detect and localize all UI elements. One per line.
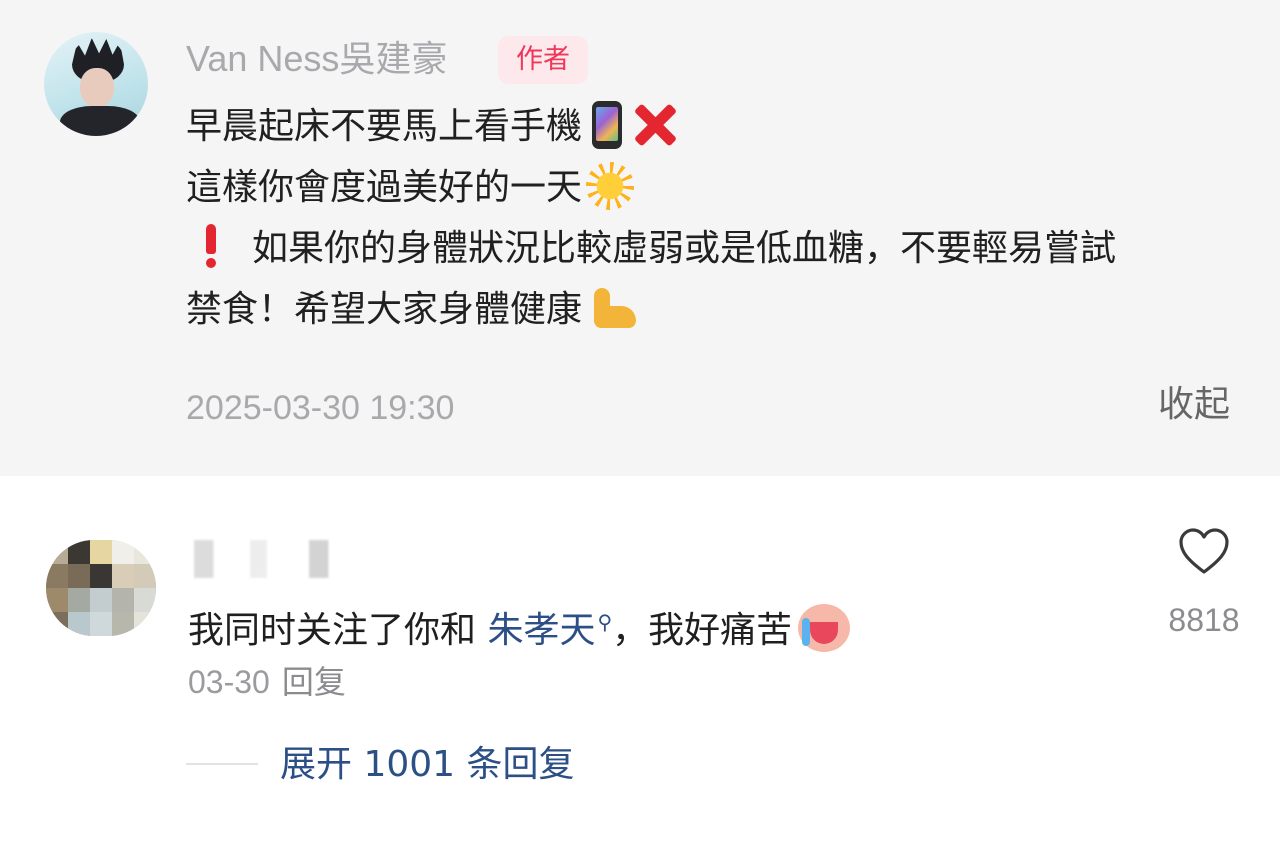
mention-link[interactable]: 朱孝天 <box>487 610 595 651</box>
cross-mark-icon <box>630 100 680 150</box>
expand-replies-link[interactable]: 展开 1001 条回复 <box>280 740 575 790</box>
author-line-2: 這樣你會度過美好的一天 <box>186 157 1246 218</box>
author-line-4-text: 禁食！希望大家身體健康 <box>186 289 583 330</box>
author-line-2-text: 這樣你會度過美好的一天 <box>186 167 583 208</box>
pixelated-avatar-image <box>46 540 156 636</box>
magnifier-icon[interactable]: ⚲ <box>597 610 612 634</box>
mobile-phone-icon <box>592 101 623 149</box>
reply-comment-meta: 03-30 回复 <box>188 660 346 704</box>
author-line-1: 早晨起床不要馬上看手機 <box>186 96 1246 157</box>
like-count: 8818 <box>1168 602 1240 638</box>
expand-divider <box>186 763 258 765</box>
author-timestamp: 2025-03-30 19:30 <box>186 389 455 427</box>
flexed-biceps-icon <box>588 284 638 332</box>
author-username[interactable]: Van Ness吳建豪 <box>186 36 447 82</box>
commenter-avatar[interactable] <box>46 540 156 636</box>
exclamation-icon <box>200 224 222 268</box>
reply-comment-text: 我同时关注了你和 朱孝天 ⚲，我好痛苦 <box>188 592 851 652</box>
author-comment-text: 早晨起床不要馬上看手機 這樣你會度過美好的一天 如果你的身體狀況比較虛弱或是低血… <box>186 96 1246 340</box>
author-line-4: 禁食！希望大家身體健康 <box>186 279 1246 340</box>
collapse-button[interactable]: 收起 <box>1158 380 1230 430</box>
author-badge: 作者 <box>498 36 588 84</box>
author-line-3: 如果你的身體狀況比較虛弱或是低血糖，不要輕易嘗試 <box>186 218 1246 279</box>
reply-date: 03-30 <box>188 664 270 700</box>
heart-icon[interactable] <box>1178 528 1230 576</box>
sun-icon <box>586 162 635 210</box>
author-avatar[interactable] <box>44 32 148 136</box>
crying-face-icon <box>798 604 851 652</box>
author-line-1-text: 早晨起床不要馬上看手機 <box>186 106 583 147</box>
like-button[interactable]: 8818 <box>1164 528 1244 638</box>
reply-button[interactable]: 回复 <box>282 663 346 701</box>
commenter-username-redacted[interactable] <box>194 540 334 578</box>
reply-text-before: 我同时关注了你和 <box>188 610 488 651</box>
author-line-3-text: 如果你的身體狀況比較虛弱或是低血糖，不要輕易嘗試 <box>252 228 1117 269</box>
reply-text-after: ，我好痛苦 <box>612 610 793 651</box>
